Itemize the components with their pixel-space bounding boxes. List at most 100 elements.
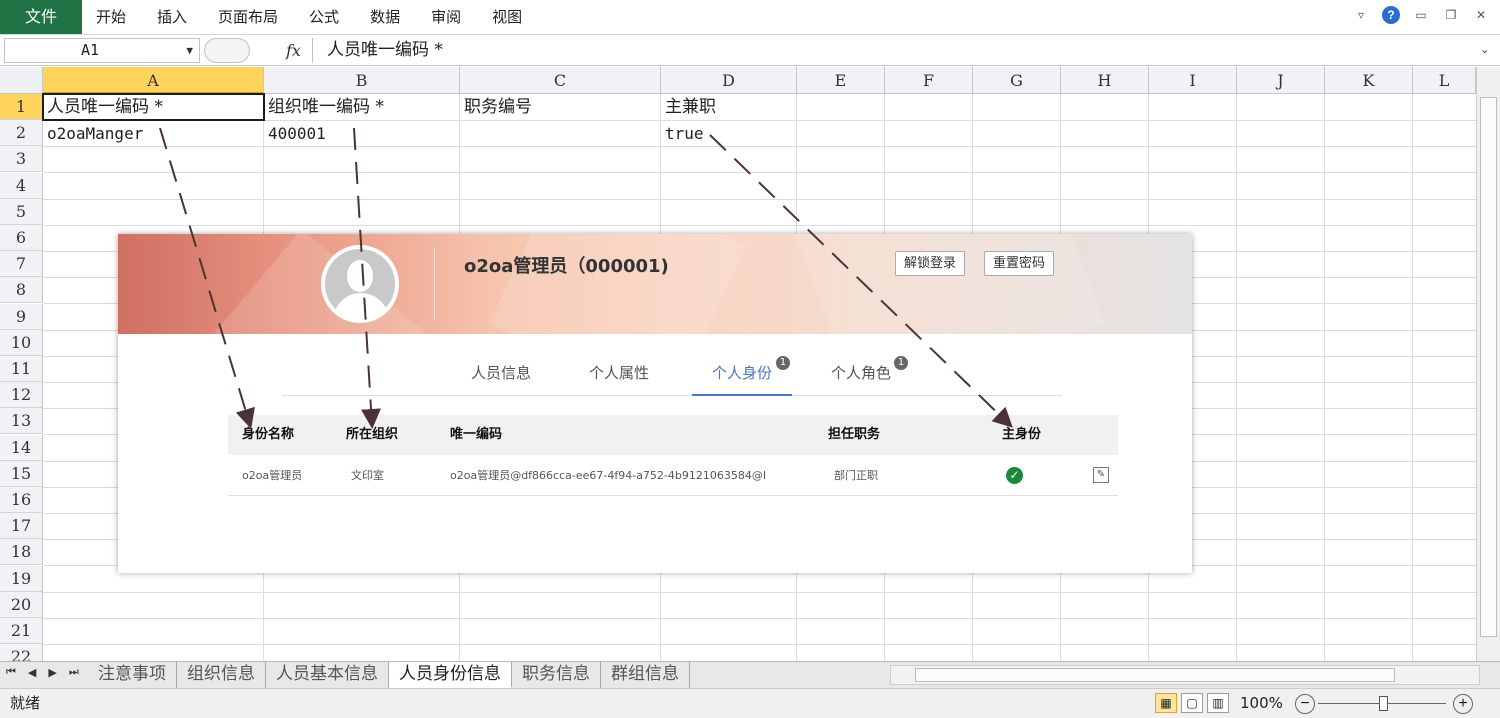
sheet-tab-person-identity[interactable]: 人员身份信息 [389,662,512,688]
next-sheet-icon[interactable]: ▶ [48,666,56,679]
column-header-c[interactable]: C [460,67,661,94]
select-all-corner[interactable] [0,67,43,94]
formula-content[interactable]: 人员唯一编码 * [312,38,1478,63]
row-header-19[interactable]: 19 [0,565,43,592]
cell-d2[interactable]: true [661,121,797,147]
row-header-2[interactable]: 2 [0,120,43,147]
tab-personal-attributes[interactable]: 个人属性 [582,360,656,396]
unique-code-value: o2oa管理员@df866cca-ee67-4f94-a752-4b912106… [450,469,767,482]
row-header-17[interactable]: 17 [0,513,43,540]
cell-d1[interactable]: 主兼职 [661,94,797,120]
identity-name-value: o2oa管理员 [242,469,303,482]
tab-label: 人员信息 [470,364,531,382]
tab-formulas[interactable]: 公式 [309,0,339,34]
zoom-in-icon[interactable]: + [1453,694,1473,714]
cell-b1[interactable]: 组织唯一编码 * [264,94,460,120]
row-header-10[interactable]: 10 [0,329,43,356]
tab-home[interactable]: 开始 [96,0,126,34]
column-header-f[interactable]: F [885,67,973,94]
normal-view-icon[interactable]: ▦ [1155,693,1177,713]
horizontal-scroll-thumb[interactable] [915,668,1395,682]
horizontal-scrollbar[interactable] [890,665,1480,685]
close-icon[interactable]: ✕ [1472,6,1490,24]
cell-a2[interactable]: o2oaManger [43,121,264,147]
tab-view[interactable]: 视图 [492,0,522,34]
header-main-identity: 主身份 [1002,427,1042,442]
tab-person-info[interactable]: 人员信息 [464,360,538,396]
column-header-b[interactable]: B [264,67,460,94]
row-header-11[interactable]: 11 [0,356,43,382]
row-header-7[interactable]: 7 [0,251,43,278]
tab-review[interactable]: 审阅 [431,0,461,34]
column-header-g[interactable]: G [973,67,1061,94]
row-header-5[interactable]: 5 [0,198,43,225]
column-header-k[interactable]: K [1325,67,1413,94]
row-gridline [43,172,1476,174]
cell-c1[interactable]: 职务编号 [460,94,661,120]
column-header-l[interactable]: L [1413,67,1476,94]
page-break-view-icon[interactable]: ▥ [1207,693,1229,713]
prev-sheet-icon[interactable]: ◀ [28,666,36,679]
sheet-tab-duty-info[interactable]: 职务信息 [512,662,601,688]
sheet-tab-person-basic[interactable]: 人员基本信息 [266,662,389,688]
row-header-9[interactable]: 9 [0,303,43,330]
sheet-tab-org-info[interactable]: 组织信息 [177,662,266,688]
tab-personal-identity[interactable]: 个人身份 1 [692,356,792,396]
first-sheet-icon[interactable]: ⏮ [6,666,16,679]
row-header-14[interactable]: 14 [0,434,43,461]
restore-icon[interactable]: ❐ [1442,6,1460,24]
tab-insert[interactable]: 插入 [157,0,187,34]
row-header-4[interactable]: 4 [0,172,43,199]
column-header-a[interactable]: A [43,67,264,94]
row-header-13[interactable]: 13 [0,408,43,435]
row-header-22[interactable]: 22 [0,644,43,661]
row-header-15[interactable]: 15 [0,460,43,487]
tab-page-layout[interactable]: 页面布局 [218,0,278,34]
avatar-body [333,293,389,319]
column-header-i[interactable]: I [1149,67,1237,94]
expand-formula-icon[interactable]: ⌄ [1480,38,1496,63]
active-cell-cursor [42,93,265,121]
person-name: o2oa管理员（000001) [464,256,669,277]
page-layout-view-icon[interactable]: ▢ [1181,693,1203,713]
fx-icon[interactable]: fx [286,38,310,63]
row-header-3[interactable]: 3 [0,146,43,173]
zoom-slider-thumb[interactable] [1379,696,1388,711]
unlock-login-button[interactable]: 解锁登录 [895,251,966,276]
header-duty: 担任职务 [828,427,881,442]
row-header-20[interactable]: 20 [0,591,43,618]
edit-icon[interactable]: ✎ [1093,467,1109,483]
row-header-1[interactable]: 1 [0,94,43,120]
table-row[interactable]: o2oa管理员 文印室 o2oa管理员@df866cca-ee67-4f94-a… [228,455,1118,496]
sheet-tab-notes[interactable]: 注意事项 [88,662,177,688]
check-icon: ✓ [1006,467,1023,484]
row-header-16[interactable]: 16 [0,487,43,513]
ribbon-collapse-icon[interactable]: ▿ [1352,6,1370,24]
zoom-out-icon[interactable]: − [1295,694,1315,714]
reset-password-button[interactable]: 重置密码 [984,251,1055,276]
formula-bar: A1 ▼ fx 人员唯一编码 * ⌄ [0,35,1500,66]
name-box[interactable]: A1 ▼ [4,38,200,63]
vertical-scrollbar[interactable] [1476,67,1500,661]
last-sheet-icon[interactable]: ⏭ [69,666,79,679]
column-header-h[interactable]: H [1061,67,1149,94]
sheet-tab-group-info[interactable]: 群组信息 [601,662,690,688]
chevron-down-icon[interactable]: ▼ [186,39,193,62]
row-header-12[interactable]: 12 [0,382,43,409]
row-header-18[interactable]: 18 [0,539,43,566]
row-header-8[interactable]: 8 [0,277,43,304]
help-icon[interactable]: ? [1382,6,1400,24]
tab-data[interactable]: 数据 [370,0,400,34]
tab-personal-roles[interactable]: 个人角色 1 [824,356,908,396]
cell-b2[interactable]: 400001 [264,121,460,147]
column-header-e[interactable]: E [797,67,885,94]
column-header-j[interactable]: J [1237,67,1325,94]
minimize-icon[interactable]: ▭ [1412,6,1430,24]
column-header-d[interactable]: D [661,67,797,94]
row-header-6[interactable]: 6 [0,225,43,251]
row-header-21[interactable]: 21 [0,618,43,644]
row-gridline [43,644,1476,645]
formula-options[interactable] [204,38,250,63]
file-tab[interactable]: 文件 [0,0,82,34]
vertical-scroll-thumb[interactable] [1480,97,1497,637]
